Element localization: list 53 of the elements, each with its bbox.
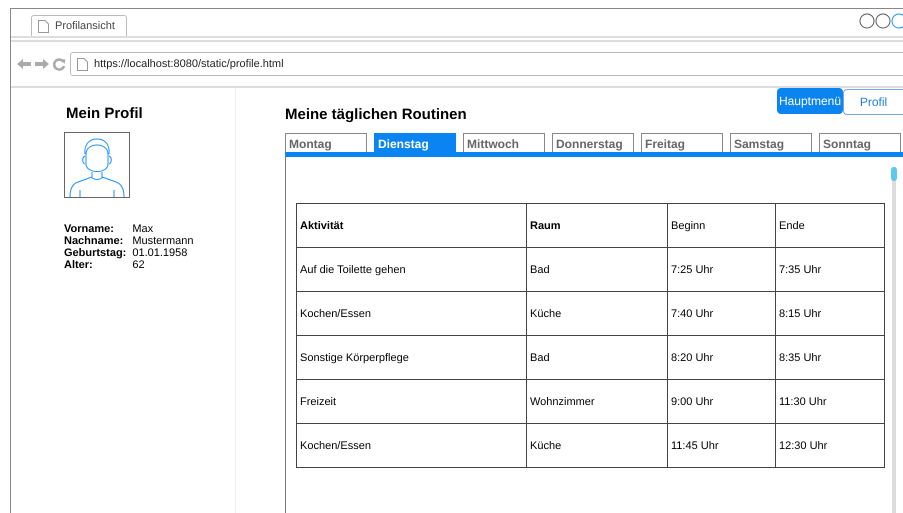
- table-cell: 11:30 Uhr: [776, 380, 884, 424]
- main-menu-button[interactable]: Hauptmenü: [777, 88, 843, 114]
- day-tab[interactable]: Donnerstag: [552, 133, 634, 152]
- table-cell: 12:30 Uhr: [776, 424, 884, 468]
- address-field[interactable]: https://localhost:8080/static/profile.html: [70, 52, 903, 76]
- field-label: Alter:: [64, 259, 94, 271]
- day-tab[interactable]: Freitag: [641, 133, 723, 152]
- day-tab[interactable]: Sonntag: [819, 133, 901, 152]
- table-cell: Kochen/Essen: [296, 424, 526, 468]
- day-tab[interactable]: Dienstag: [374, 133, 456, 152]
- table-cell: Bad: [526, 248, 668, 292]
- table-cell: Kochen/Essen: [296, 292, 526, 336]
- profile-title: Mein Profil: [66, 105, 144, 122]
- page-icon: [38, 20, 49, 32]
- field-value: Max: [132, 223, 154, 235]
- field-value: 01.01.1958: [132, 247, 188, 259]
- browser-tab[interactable]: Profilansicht: [31, 15, 127, 36]
- scrollbar[interactable]: [892, 167, 896, 513]
- column-header: Aktivität: [296, 204, 526, 248]
- column-header: Ende: [776, 204, 884, 248]
- table-cell: Küche: [526, 424, 668, 468]
- table-cell: 8:15 Uhr: [776, 292, 884, 336]
- avatar-icon: [64, 132, 130, 198]
- table-cell: 7:35 Uhr: [776, 248, 884, 292]
- table-cell: 9:00 Uhr: [668, 380, 776, 424]
- table-cell: Küche: [526, 292, 668, 336]
- field-label: Geburtstag:: [64, 247, 126, 259]
- table-cell: Freizeit: [296, 380, 526, 424]
- page-icon: [77, 58, 88, 70]
- routines-title: Meine täglichen Routinen: [285, 106, 468, 123]
- back-icon[interactable]: [17, 58, 31, 70]
- table-cell: 7:40 Uhr: [668, 292, 776, 336]
- reload-icon[interactable]: [53, 58, 66, 70]
- day-tab[interactable]: Montag: [285, 133, 367, 152]
- day-tab[interactable]: Samstag: [730, 133, 812, 152]
- field-value: Mustermann: [132, 235, 194, 247]
- window-controls-icon[interactable]: [859, 12, 903, 28]
- column-header: Beginn: [668, 204, 776, 248]
- table-cell: Auf die Toilette gehen: [296, 248, 526, 292]
- day-tab[interactable]: Mittwoch: [463, 133, 545, 152]
- table-cell: 8:20 Uhr: [668, 336, 776, 380]
- table-cell: Wohnzimmer: [526, 380, 668, 424]
- profile-button[interactable]: Profil: [843, 89, 903, 115]
- forward-icon[interactable]: [35, 58, 49, 70]
- table-cell: 11:45 Uhr: [668, 424, 776, 468]
- table-cell: 7:25 Uhr: [668, 248, 776, 292]
- field-label: Nachname:: [64, 235, 124, 247]
- column-header: Raum: [526, 204, 668, 248]
- table-cell: 8:35 Uhr: [776, 336, 884, 380]
- field-label: Vorname:: [64, 223, 115, 235]
- table-cell: Bad: [526, 336, 668, 380]
- table-cell: Sonstige Körperpflege: [296, 336, 526, 380]
- field-value: 62: [132, 259, 146, 271]
